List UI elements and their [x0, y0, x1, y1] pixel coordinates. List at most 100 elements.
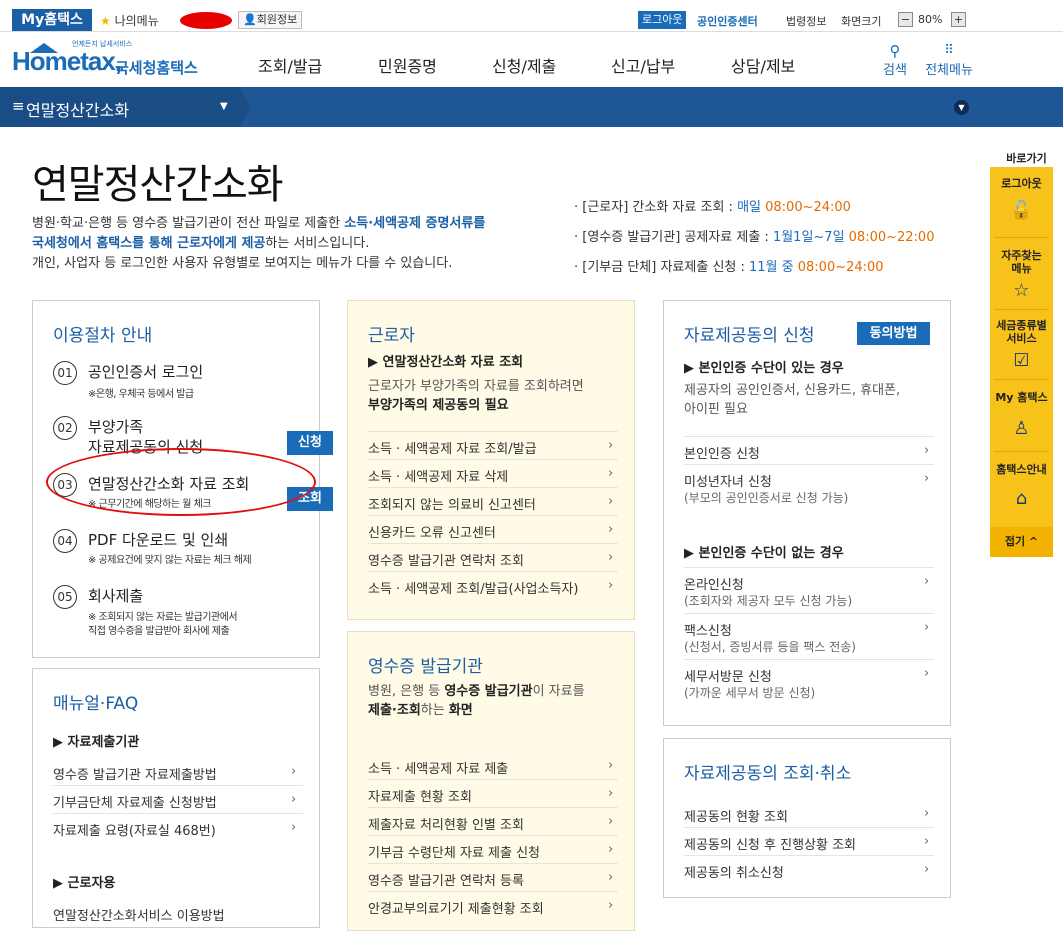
- quick-frequent-label2: 메뉴: [1011, 262, 1032, 275]
- collapse-button[interactable]: 접기 ^: [990, 527, 1053, 557]
- cert-center-link[interactable]: 공인인증센터: [697, 13, 758, 29]
- consent-link[interactable]: 온라인신청: [684, 574, 744, 593]
- desc-highlight: 소득·세액공제 증명서류를: [344, 216, 486, 231]
- quick-my-hometax[interactable]: My 홈택스: [990, 391, 1053, 404]
- issuer-link[interactable]: 영수증 발급기관 연락처 등록: [368, 870, 524, 889]
- worker-link[interactable]: 영수증 발급기관 연락처 조회: [368, 550, 524, 569]
- zoom-out-button[interactable]: −: [898, 12, 913, 27]
- manual-subhead-issuer: ▶ 자료제출기관: [53, 735, 140, 750]
- step-title[interactable]: PDF 다운로드 및 인쇄: [88, 529, 228, 550]
- consent-link[interactable]: 미성년자녀 신청: [684, 471, 772, 490]
- all-menu-label: 전체메뉴: [925, 63, 973, 78]
- manual-link[interactable]: 기부금단체 자료제출 신청방법: [53, 792, 217, 811]
- chevron-right-icon: ›: [291, 792, 297, 807]
- divider: [53, 785, 303, 786]
- worker-link[interactable]: 신용카드 오류 신고센터: [368, 522, 496, 541]
- worker-link[interactable]: 소득 · 세액공제 자료 조회/발급: [368, 438, 537, 457]
- my-menu-link[interactable]: ★ 나의메뉴: [100, 12, 159, 29]
- step-number: 02: [53, 416, 77, 440]
- chevron-right-icon: ›: [924, 620, 930, 635]
- issuer-text-bold: 제출·조회: [368, 703, 421, 718]
- step-title[interactable]: 회사제출: [88, 585, 143, 606]
- nav-civil-certificate[interactable]: 민원증명: [378, 53, 437, 77]
- step-note: ※ 조회되지 않는 자료는 발급기관에서: [88, 612, 238, 623]
- divider: [684, 613, 934, 614]
- step-note: ※은행, 우체국 등에서 발급: [88, 389, 194, 400]
- step-title[interactable]: 부양가족: [88, 416, 143, 437]
- logo-korean-name: 국세청홈택스: [115, 59, 198, 77]
- worker-link[interactable]: 조회되지 않는 의료비 신고센터: [368, 494, 536, 513]
- manual-link[interactable]: 자료제출 요령(자료실 468번): [53, 820, 216, 839]
- hometax-logo[interactable]: 언제든지 납세서비스 Hometax, 국세청홈택스: [12, 37, 202, 81]
- legal-info-link[interactable]: 법령정보: [786, 13, 826, 29]
- consent-title: 자료제공동의 신청: [684, 326, 815, 346]
- my-hometax-button[interactable]: My홈택스: [12, 9, 92, 31]
- issuer-link[interactable]: 자료제출 현황 조회: [368, 786, 472, 805]
- logout-button[interactable]: 로그아웃: [638, 11, 687, 29]
- issuer-link[interactable]: 기부금 수령단체 자료 제출 신청: [368, 842, 540, 861]
- chevron-right-icon: ›: [608, 466, 614, 481]
- chevron-right-icon: ›: [608, 758, 614, 773]
- nav-inquiry-issue[interactable]: 조회/발급: [258, 53, 322, 77]
- section-bar: ≡ 연말정산간소화 ▼ ▼: [0, 87, 1063, 127]
- divider: [368, 515, 618, 516]
- zoom-in-button[interactable]: +: [951, 12, 966, 27]
- divider: [368, 571, 618, 572]
- quick-frequent-menu[interactable]: 자주찾는 메뉴: [990, 249, 1053, 275]
- consent-query-link[interactable]: 제공동의 현황 조회: [684, 806, 788, 825]
- step-note-line2: 직접 영수증을 발급받아 회사에 제출: [88, 626, 230, 637]
- hamburger-icon: ≡: [12, 97, 25, 115]
- manual-link[interactable]: 영수증 발급기관 자료제출방법: [53, 764, 217, 783]
- all-menu-button[interactable]: ⠿ 전체메뉴: [923, 43, 975, 78]
- notice-time: 08:00~24:00: [765, 200, 851, 215]
- worker-link[interactable]: 소득 · 세액공제 조회/발급(사업소득자): [368, 578, 578, 597]
- divider: [684, 827, 934, 828]
- divider: [994, 451, 1049, 452]
- consent-link[interactable]: 세무서방문 신청: [684, 666, 772, 685]
- chevron-right-icon: ›: [608, 814, 614, 829]
- nav-report-pay[interactable]: 신고/납부: [611, 53, 675, 77]
- quick-logout-label: 로그아웃: [1001, 177, 1042, 190]
- unlock-icon: 🔓: [1010, 200, 1033, 221]
- member-info-button[interactable]: 👤회원정보: [238, 11, 303, 29]
- notice-label: · [기부금 단체] 자료제출 신청 :: [574, 260, 750, 275]
- worker-panel: 근로자 ▶ 연말정산간소화 자료 조회 근로자가 부양가족의 자료를 조회하려면…: [347, 300, 635, 620]
- page-description: 병원·학교·은행 등 영수증 발급기관이 전산 파일로 제출한 소득·세액공제 …: [32, 214, 485, 274]
- search-button[interactable]: ⚲ 검색: [878, 43, 912, 78]
- issuer-link[interactable]: 소득 · 세액공제 자료 제출: [368, 758, 508, 777]
- consent-link[interactable]: 팩스신청: [684, 620, 732, 639]
- apply-button[interactable]: 신청: [287, 431, 333, 455]
- nav-consult-report[interactable]: 상담/제보: [731, 53, 795, 77]
- issuer-link[interactable]: 안경교부의료기기 제출현황 조회: [368, 898, 544, 917]
- chevron-down-icon[interactable]: ▼: [954, 100, 969, 115]
- step-title[interactable]: 공인인증서 로그인: [88, 361, 203, 382]
- consent-link[interactable]: 본인인증 신청: [684, 443, 760, 462]
- home-icon: ⌂: [1015, 488, 1028, 509]
- zoom-value: 80%: [918, 13, 943, 26]
- section-dropdown[interactable]: ≡ 연말정산간소화 ▼: [0, 87, 240, 127]
- worker-link[interactable]: 소득 · 세액공제 자료 삭제: [368, 466, 508, 485]
- worker-subhead: ▶ 연말정산간소화 자료 조회: [368, 355, 524, 370]
- consent-method-button[interactable]: 동의방법: [857, 322, 930, 345]
- procedure-title: 이용절차 안내: [53, 326, 153, 346]
- issuer-title: 영수증 발급기관: [368, 657, 483, 677]
- divider: [684, 567, 934, 568]
- divider: [368, 835, 618, 836]
- quick-logout[interactable]: 로그아웃: [990, 177, 1053, 190]
- consent-query-link[interactable]: 제공동의 신청 후 진행상황 조회: [684, 834, 856, 853]
- checkbox-icon: ☑: [1013, 350, 1030, 371]
- chevron-right-icon: ›: [924, 806, 930, 821]
- issuer-link[interactable]: 제출자료 처리현황 인별 조회: [368, 814, 524, 833]
- nav-apply-submit[interactable]: 신청/제출: [492, 53, 556, 77]
- chevron-right-icon: ›: [608, 786, 614, 801]
- manual-link[interactable]: 연말정산간소화서비스 이용방법: [53, 905, 225, 924]
- quick-hometax-guide[interactable]: 홈택스안내: [990, 463, 1053, 476]
- consent-query-link[interactable]: 제공동의 취소신청: [684, 862, 784, 881]
- consent-link-note: (가까운 세무서 방문 신청): [684, 686, 816, 700]
- consent-link-note: (부모의 공인인증서로 신청 가능): [684, 491, 849, 505]
- chevron-right-icon: ›: [608, 522, 614, 537]
- step-number: 01: [53, 361, 77, 385]
- search-label: 검색: [883, 63, 907, 78]
- quick-tax-services[interactable]: 세금종류별 서비스: [990, 319, 1053, 345]
- screen-size-label: 화면크기: [841, 15, 882, 28]
